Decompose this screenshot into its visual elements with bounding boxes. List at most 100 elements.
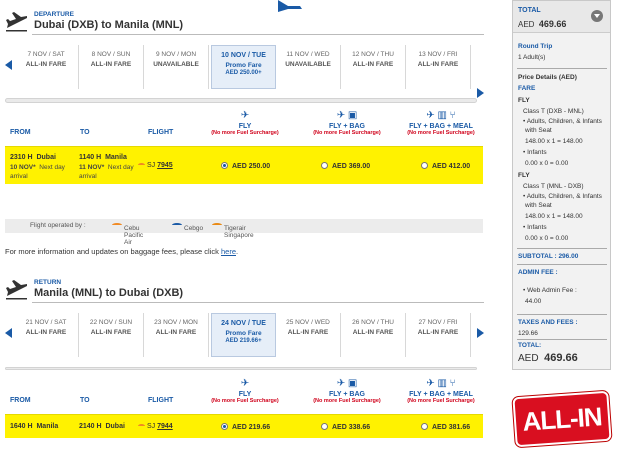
next-week-arrow-icon[interactable] (477, 328, 484, 338)
date-label: 11 NOV / WED (286, 51, 330, 58)
departure-column-header: FROM TO FLIGHT ✈ FLY (No more Fuel Surch… (0, 110, 490, 140)
radio[interactable] (321, 162, 328, 169)
date-label: 22 NOV / SUN (89, 319, 133, 326)
fare-label: ALL-IN FARE (417, 61, 459, 68)
route-title: Manila (MNL) to Dubai (DXB) (34, 287, 184, 299)
fare-label: ALL-IN FARE (352, 329, 394, 336)
date-scrollbar[interactable] (5, 98, 477, 103)
leg-pax-line: with Seat (525, 127, 552, 134)
date-tab[interactable]: 13 NOV / FRI ALL-IN FARE (406, 45, 471, 89)
section-kind: DEPARTURE (34, 11, 74, 18)
leg-pax-calc: 148.00 x 1 = 148.00 (525, 213, 583, 220)
fare-type-note: (No more Fuel Surcharge) (407, 130, 475, 136)
fare-type-fly-bag-meal: ✈ ▥ ⑂ FLY + BAG + MEAL (No more Fuel Sur… (396, 378, 486, 404)
leg-class: Class T (DXB - MNL) (523, 108, 584, 115)
next-week-arrow-icon[interactable] (477, 88, 484, 98)
web-admin-fee-value: 44.00 (525, 298, 542, 305)
fare-option-fly-bag[interactable]: AED 338.66 (321, 423, 370, 431)
fare-price: AED 219.66+ (225, 338, 262, 344)
leg-infant-label: • Infants (523, 149, 547, 156)
date-tab[interactable]: 11 NOV / WED UNAVAILABLE (276, 45, 341, 89)
date-tab[interactable]: 25 NOV / WED ALL-IN FARE (276, 313, 341, 357)
date-tab[interactable]: 23 NOV / MON ALL-IN FARE (144, 313, 209, 357)
flight-selection-main: DEPARTURE Dubai (DXB) to Manila (MNL) 7 … (0, 0, 490, 449)
plane-bag-meal-icon: ✈ ▥ ⑂ (426, 378, 456, 389)
leg-infant-calc: 0.00 x 0 = 0.00 (525, 160, 569, 167)
fare-type-name: FLY (238, 391, 252, 398)
date-tab[interactable]: 12 NOV / THU ALL-IN FARE (341, 45, 406, 89)
fare-label: UNAVAILABLE (285, 61, 331, 68)
total-box: TOTAL AED 469.66 (513, 1, 610, 33)
fare-label: FARE (518, 85, 536, 92)
fare-type-note: (No more Fuel Surcharge) (313, 398, 381, 404)
flight-number[interactable]: SJ 7945 (138, 162, 173, 169)
divider (517, 264, 607, 265)
date-label: 24 NOV / TUE (221, 320, 266, 327)
carrier-tigerair: Tigerair Singapore (212, 222, 254, 239)
carrier-cebgo: Cebgo (172, 222, 203, 232)
dep-time: 1640 H Manila (10, 423, 59, 430)
taxes-label: TAXES AND FEES : (518, 319, 578, 326)
total-label-2: TOTAL: (518, 342, 542, 349)
taxes-value: 129.66 (518, 330, 538, 337)
plane-takeoff-icon (6, 280, 27, 300)
leg-code: FLY (518, 97, 530, 104)
fare-label: ALL-IN FARE (155, 329, 197, 336)
fare-label: Promo Fare (225, 62, 262, 69)
fare-type-name: FLY + BAG + MEAL (409, 123, 473, 130)
leg-infant-calc: 0.00 x 0 = 0.00 (525, 235, 569, 242)
date-label: 7 NOV / SAT (27, 51, 65, 58)
flight-row: 2310 H Dubai 10 NOV* Next day arrival 11… (5, 146, 483, 184)
fare-label: ALL-IN FARE (90, 61, 132, 68)
radio[interactable] (421, 162, 428, 169)
fare-type-note: (No more Fuel Surcharge) (211, 130, 279, 136)
fare-option-fly[interactable]: AED 219.66 (221, 423, 270, 431)
plane-icon: ✈ (240, 110, 250, 121)
cebu-logo-icon (138, 424, 145, 428)
date-scrollbar[interactable] (5, 367, 477, 370)
radio[interactable] (321, 423, 328, 430)
date-label: 9 NOV / MON (155, 51, 197, 58)
cebu-logo-icon (138, 163, 145, 167)
fare-type-name: FLY + BAG (329, 391, 365, 398)
date-tab-selected[interactable]: 24 NOV / TUE Promo Fare AED 219.66+ (211, 313, 276, 357)
fare-type-fly-bag: ✈ ▣ FLY + BAG (No more Fuel Surcharge) (302, 110, 392, 136)
fare-type-note: (No more Fuel Surcharge) (313, 130, 381, 136)
date-label: 12 NOV / THU (352, 51, 394, 58)
dep-date-line: 10 NOV* Next day (10, 164, 65, 171)
fare-option-fly-bag-meal[interactable]: AED 412.00 (421, 162, 470, 170)
prev-week-arrow-icon[interactable] (5, 60, 12, 70)
radio-selected[interactable] (221, 423, 228, 430)
fare-type-name: FLY + BAG (329, 123, 365, 130)
fare-label: Promo Fare (225, 330, 262, 337)
fare-option-fly[interactable]: AED 250.00 (221, 162, 270, 170)
from-header: FROM (10, 397, 31, 404)
radio-selected[interactable] (221, 162, 228, 169)
date-tab-selected[interactable]: 10 NOV / TUE Promo Fare AED 250.00+ (211, 45, 276, 89)
baggage-info-link[interactable]: here (221, 247, 236, 256)
plane-takeoff-icon (6, 12, 27, 32)
divider (32, 34, 484, 35)
arr-date-line: 11 NOV* Next day (79, 164, 134, 171)
fare-type-name: FLY (238, 123, 252, 130)
radio[interactable] (421, 423, 428, 430)
date-label: 21 NOV / SAT (25, 319, 67, 326)
date-tab[interactable]: 26 NOV / THU ALL-IN FARE (341, 313, 406, 357)
date-tab[interactable]: 7 NOV / SAT ALL-IN FARE (14, 45, 79, 89)
date-tab[interactable]: 21 NOV / SAT ALL-IN FARE (14, 313, 79, 357)
fare-label: ALL-IN FARE (25, 61, 67, 68)
plane-bag-icon: ✈ ▣ (336, 110, 358, 121)
flight-number[interactable]: SJ 7944 (138, 423, 173, 430)
passenger-count: 1 Adult(s) (518, 54, 546, 61)
date-tab[interactable]: 22 NOV / SUN ALL-IN FARE (79, 313, 144, 357)
dep-arrival-label: arrival (10, 173, 28, 180)
plane-icon: ✈ (240, 378, 250, 389)
date-label: 23 NOV / MON (154, 319, 198, 326)
date-tab[interactable]: 8 NOV / SUN ALL-IN FARE (79, 45, 144, 89)
fare-option-fly-bag[interactable]: AED 369.00 (321, 162, 370, 170)
date-tab[interactable]: 27 NOV / FRI ALL-IN FARE (406, 313, 471, 357)
date-tab[interactable]: 9 NOV / MON UNAVAILABLE (144, 45, 209, 89)
chevron-down-icon[interactable] (591, 10, 603, 22)
fare-option-fly-bag-meal[interactable]: AED 381.66 (421, 423, 470, 431)
prev-week-arrow-icon[interactable] (5, 328, 12, 338)
